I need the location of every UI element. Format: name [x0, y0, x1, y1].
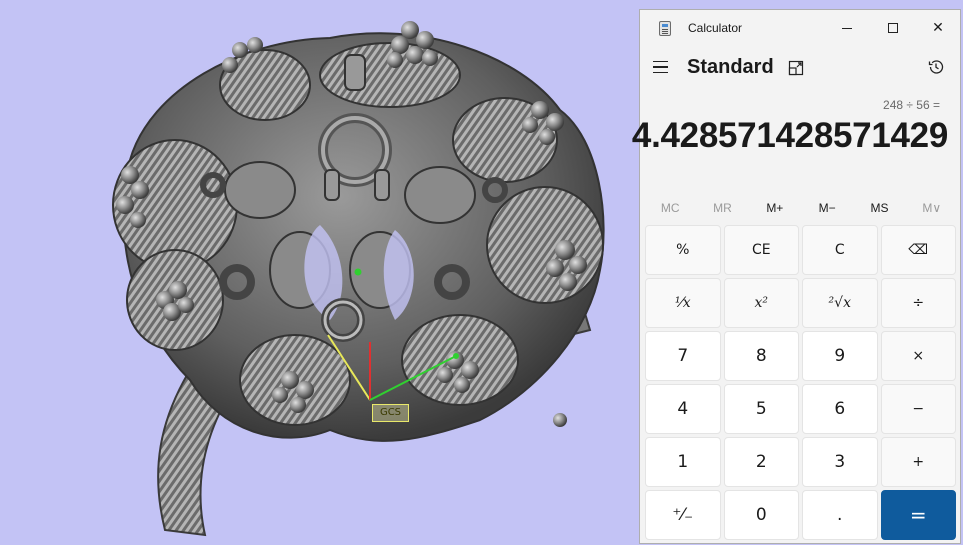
divide-key[interactable]: ÷ [880, 278, 956, 328]
memory-button: M∨ [922, 201, 942, 215]
backspace-key-label: ⌫ [908, 242, 929, 258]
memory-button[interactable]: MS [853, 193, 905, 223]
result-display: 4.428571428571429 [631, 116, 948, 155]
backspace-key[interactable]: ⌫ [880, 225, 956, 275]
axis-gizmo-label: GCS [372, 404, 409, 422]
mode-title: Standard [687, 56, 774, 78]
one-key-label: 1 [677, 452, 689, 472]
four-key-label: 4 [677, 399, 689, 419]
maximize-icon [888, 23, 898, 33]
decimal-key[interactable]: . [802, 490, 878, 540]
minimize-icon [842, 27, 852, 29]
memory-button[interactable]: M+ [749, 193, 801, 223]
eight-key-label: 8 [755, 346, 767, 366]
zero-key-label: 0 [755, 505, 767, 525]
history-icon[interactable] [927, 58, 945, 76]
clear-key-label: C [834, 242, 845, 258]
close-icon: ✕ [932, 20, 944, 36]
two-key[interactable]: 2 [723, 437, 799, 487]
three-key-label: 3 [834, 452, 846, 472]
reciprocal-key-label: ¹⁄x [674, 295, 691, 311]
three-key[interactable]: 3 [802, 437, 878, 487]
expression-display: 248 ÷ 56 = [883, 98, 940, 112]
window-title: Calculator [688, 21, 743, 35]
add-key-label: + [912, 454, 925, 470]
negate-key[interactable]: ⁺⁄₋ [645, 490, 721, 540]
clear-key[interactable]: C [802, 225, 878, 275]
five-key[interactable]: 5 [723, 384, 799, 434]
memory-row: MC MR M+ M− MS M∨ [644, 193, 958, 223]
equals-key-label: = [909, 503, 927, 527]
divide-key-label: ÷ [912, 295, 925, 311]
four-key[interactable]: 4 [645, 384, 721, 434]
clear-entry-key[interactable]: CE [723, 225, 799, 275]
seven-key-label: 7 [677, 346, 689, 366]
keep-on-top-icon[interactable] [788, 60, 804, 76]
one-key[interactable]: 1 [645, 437, 721, 487]
equals-key[interactable]: = [880, 490, 956, 540]
zero-key[interactable]: 0 [723, 490, 799, 540]
eight-key[interactable]: 8 [723, 331, 799, 381]
square-key[interactable]: x² [723, 278, 799, 328]
title-bar[interactable]: Calculator ✕ [640, 10, 960, 46]
square-root-key[interactable]: ²√x [802, 278, 878, 328]
add-key[interactable]: + [880, 437, 956, 487]
multiply-key[interactable]: × [880, 331, 956, 381]
six-key-label: 6 [834, 399, 846, 419]
percent-key[interactable]: % [645, 225, 721, 275]
minimize-button[interactable] [824, 10, 870, 46]
subtract-key[interactable]: − [880, 384, 956, 434]
calculator-window[interactable]: Calculator ✕ Standard 248 ÷ 56 = 4.42857… [632, 9, 961, 544]
memory-button[interactable]: M− [801, 193, 853, 223]
nine-key[interactable]: 9 [802, 331, 878, 381]
square-root-key-label: ²√x [828, 295, 851, 311]
square-key-label: x² [754, 295, 768, 311]
keypad: % CE C ⌫ ¹⁄x x² ²√x ÷ 7 8 9 × 4 5 6 − 1 2 3 + ⁺⁄₋ 0. = [645, 225, 957, 540]
decimal-key-label: . [837, 505, 843, 525]
memory-button: MR [713, 201, 732, 215]
nine-key-label: 9 [834, 346, 846, 366]
six-key[interactable]: 6 [802, 384, 878, 434]
two-key-label: 2 [755, 452, 767, 472]
hamburger-icon [653, 60, 668, 63]
close-button[interactable]: ✕ [915, 10, 961, 46]
reciprocal-key[interactable]: ¹⁄x [645, 278, 721, 328]
clear-entry-key-label: CE [751, 242, 771, 258]
percent-key-label: % [676, 242, 690, 258]
subtract-key-label: − [912, 401, 925, 417]
navigation-menu-button[interactable] [653, 56, 675, 78]
calculator-app-icon [659, 21, 671, 36]
five-key-label: 5 [755, 399, 767, 419]
memory-button: MC [660, 201, 680, 215]
seven-key[interactable]: 7 [645, 331, 721, 381]
maximize-button[interactable] [870, 10, 916, 46]
multiply-key-label: × [912, 348, 925, 364]
negate-key-label: ⁺⁄₋ [672, 505, 694, 525]
